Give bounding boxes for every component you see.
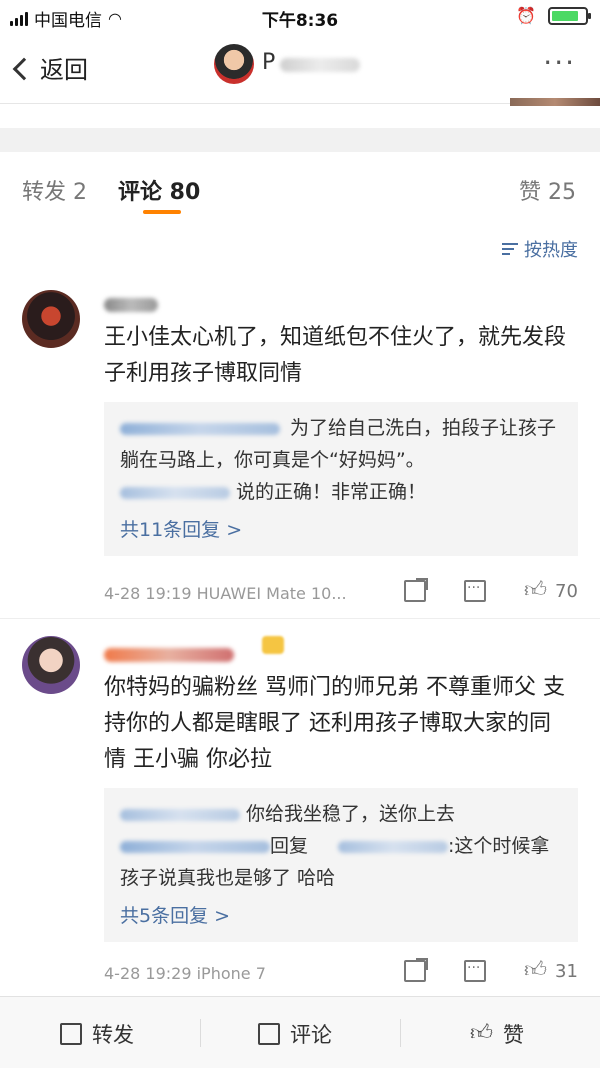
blurred-username[interactable] xyxy=(104,298,158,312)
avatar[interactable] xyxy=(22,636,80,694)
divider xyxy=(0,618,600,619)
more-replies-link[interactable]: 共5条回复 > xyxy=(120,900,562,932)
status-right: ⏰ xyxy=(516,6,591,25)
comment-text: 你特妈的骗粉丝 骂师门的师兄弟 不尊重师父 支持你的人都是瞎眼了 还利用孩子博取… xyxy=(104,675,565,772)
more-button[interactable]: ··· xyxy=(543,49,576,77)
avatar[interactable] xyxy=(214,44,254,84)
reply-line: 回复:这个时候拿孩子说真我也是够了 哈哈 xyxy=(120,830,562,894)
like-button[interactable]: 👍︎ 70 xyxy=(524,580,578,602)
more-replies-link[interactable]: 共11条回复 > xyxy=(120,514,562,546)
share-icon[interactable] xyxy=(404,578,428,602)
sort-button[interactable]: 按热度 xyxy=(502,236,578,262)
reply-text-a: 回复 xyxy=(270,835,309,857)
alarm-icon: ⏰ xyxy=(516,6,536,25)
reply-line: 为了给自己洗白，拍段子让孩子躺在马路上，你可真是个“好妈妈”。 xyxy=(120,412,562,476)
status-time: 下午8:36 xyxy=(261,11,339,31)
like-count: 70 xyxy=(555,580,578,602)
repost-label: 转发 xyxy=(92,1023,134,1047)
back-label: 返回 xyxy=(40,56,88,84)
thumbs-up-icon: 👍︎ xyxy=(524,578,547,603)
blurred-username[interactable] xyxy=(104,648,234,662)
nav-bar: 返回 P ··· xyxy=(0,34,600,106)
share-icon[interactable] xyxy=(404,958,428,982)
avatar[interactable] xyxy=(22,290,80,348)
battery-fill xyxy=(552,10,578,21)
tab-active-indicator xyxy=(143,210,181,214)
reply-text: 你给我坐稳了，送你上去 xyxy=(246,803,456,825)
blurred-username xyxy=(120,840,270,853)
comment-icon xyxy=(258,1023,280,1045)
like-button[interactable]: 👍︎ 赞 xyxy=(470,1019,524,1049)
comment-timestamp-device: 4-28 19:29 iPhone 7 xyxy=(104,964,266,983)
tab-bar: 转发 2 评论 80 赞 25 xyxy=(0,152,600,220)
blurred-username xyxy=(338,840,449,853)
comment-timestamp-device: 4-28 19:19 HUAWEI Mate 10... xyxy=(104,584,347,603)
tab-comment[interactable]: 评论 80 xyxy=(118,174,200,206)
thumbs-up-icon: 👍︎ xyxy=(470,1021,493,1046)
reply-line: 说的正确！非常正确！ xyxy=(120,476,562,508)
sort-icon xyxy=(502,243,518,255)
status-bar: 中国电信 ◠ 下午8:36 ⏰ xyxy=(0,0,600,34)
blurred-username xyxy=(120,486,230,499)
back-button[interactable]: 返回 xyxy=(12,50,88,85)
reply-line: 你给我坐稳了，送你上去 xyxy=(120,798,562,830)
tab-like[interactable]: 赞 25 xyxy=(519,174,576,206)
post-thumbnail-strip xyxy=(510,98,600,106)
sort-label: 按热度 xyxy=(524,240,578,261)
reply-text: 说的正确！非常正确！ xyxy=(236,481,427,503)
section-gap xyxy=(0,128,600,152)
reply-box[interactable]: 为了给自己洗白，拍段子让孩子躺在马路上，你可真是个“好妈妈”。 说的正确！非常正… xyxy=(104,402,578,556)
thumbs-up-icon: 👍︎ xyxy=(524,958,547,983)
bottom-action-bar: 转发 评论 👍︎ 赞 xyxy=(0,996,600,1068)
tab-repost[interactable]: 转发 2 xyxy=(22,174,87,206)
comment-icon[interactable] xyxy=(464,580,486,602)
share-icon xyxy=(60,1023,82,1045)
comment-icon[interactable] xyxy=(464,960,486,982)
like-count: 31 xyxy=(555,960,578,982)
repost-button[interactable]: 转发 xyxy=(60,1019,134,1049)
reply-box[interactable]: 你给我坐稳了，送你上去 回复:这个时候拿孩子说真我也是够了 哈哈 共5条回复 > xyxy=(104,788,578,942)
blurred-username xyxy=(280,58,360,72)
user-name[interactable]: P xyxy=(262,50,275,75)
comment-label: 评论 xyxy=(290,1023,332,1047)
like-button[interactable]: 👍︎ 31 xyxy=(524,960,578,982)
separator xyxy=(200,1019,201,1047)
separator xyxy=(400,1019,401,1047)
comment-button[interactable]: 评论 xyxy=(258,1019,332,1049)
vip-badge-icon xyxy=(262,636,284,654)
blurred-username xyxy=(120,422,280,435)
blurred-username xyxy=(120,808,240,821)
chevron-left-icon xyxy=(12,57,36,80)
battery-icon xyxy=(548,6,591,25)
comment-text: 王小佳太心机了，知道纸包不住火了，就先发段子利用孩子博取同情 xyxy=(104,325,567,386)
like-label: 赞 xyxy=(503,1023,524,1047)
